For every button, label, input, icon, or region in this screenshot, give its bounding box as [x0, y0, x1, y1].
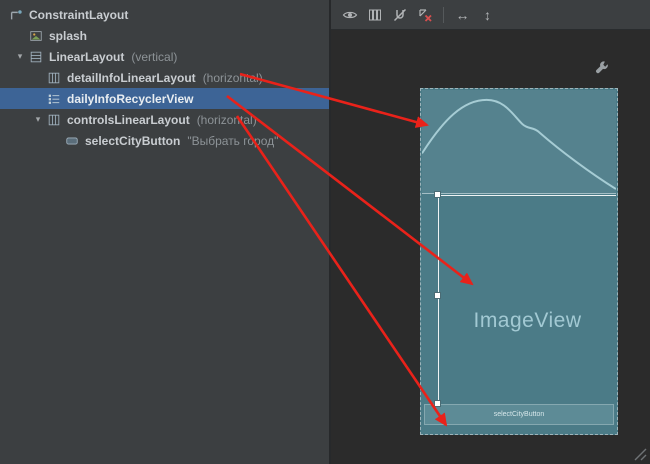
tree-row-constraintlayout[interactable]: ConstraintLayout — [0, 4, 329, 25]
recyclerview-selection-outline[interactable] — [438, 195, 616, 404]
clear-constraints-icon[interactable] — [415, 5, 434, 24]
select-city-button-preview[interactable]: selectCityButton — [424, 404, 614, 425]
select-city-button-label: selectCityButton — [494, 411, 545, 418]
wrench-icon[interactable] — [594, 60, 610, 76]
chevron-down-icon[interactable]: ▾ — [30, 109, 46, 130]
tree-row-controlslinearlayout[interactable]: ▾ controlsLinearLayout (horizontal) — [0, 109, 329, 130]
tree-label: selectCityButton — [85, 134, 180, 148]
tree-label: detailInfoLinearLayout — [67, 71, 196, 85]
tree-row-selectcitybutton[interactable]: selectCityButton "Выбрать город" — [0, 130, 329, 151]
toolbar-separator — [443, 7, 444, 23]
linearlayout-vertical-icon — [28, 49, 44, 65]
autoconnect-off-icon[interactable] — [390, 5, 409, 24]
imageview-icon — [28, 28, 44, 44]
weather-curve — [422, 90, 616, 193]
tree-row-dailyinforecyclerview[interactable]: dailyInfoRecyclerView — [0, 88, 329, 109]
resize-handle-top-left[interactable] — [434, 191, 441, 198]
design-toolbar: ↔ ↕ — [331, 0, 650, 30]
tree-suffix: (horizontal) — [197, 113, 257, 127]
device-preview[interactable]: ImageView selectCityButton — [420, 88, 618, 435]
chevron-down-icon[interactable]: ▾ — [12, 46, 28, 67]
tree-row-linearlayout[interactable]: ▾ LinearLayout (vertical) — [0, 46, 329, 67]
resize-handle-mid-left[interactable] — [434, 292, 441, 299]
resize-handle-bottom-left[interactable] — [434, 400, 441, 407]
tree-label: controlsLinearLayout — [67, 113, 190, 127]
imageview-placeholder[interactable]: ImageView — [438, 309, 617, 333]
detail-info-area[interactable] — [422, 90, 616, 194]
tree-suffix: (horizontal) — [203, 71, 263, 85]
resize-grip[interactable] — [633, 447, 647, 461]
linearlayout-horizontal-icon — [46, 112, 62, 128]
tree-row-detailinfolinearlayout[interactable]: detailInfoLinearLayout (horizontal) — [0, 67, 329, 88]
tree-label: dailyInfoRecyclerView — [67, 92, 194, 106]
tree-label: LinearLayout — [49, 50, 124, 64]
component-tree-panel: ConstraintLayout splash ▾ LinearLayout (… — [0, 0, 329, 464]
recyclerview-icon — [46, 91, 62, 107]
button-icon — [64, 133, 80, 149]
expand-horizontal-icon[interactable]: ↔ — [453, 5, 472, 24]
tree-row-splash[interactable]: splash — [0, 25, 329, 46]
tree-suffix: "Выбрать город" — [187, 134, 278, 148]
linearlayout-horizontal-icon — [46, 70, 62, 86]
layout-editor-window: ConstraintLayout splash ▾ LinearLayout (… — [0, 0, 650, 464]
constraint-layout-icon — [8, 7, 24, 23]
tree-suffix: (vertical) — [131, 50, 177, 64]
column-guides-icon[interactable] — [365, 5, 384, 24]
eye-icon[interactable] — [340, 5, 359, 24]
tree-label: ConstraintLayout — [29, 8, 128, 22]
tree-label: splash — [49, 29, 87, 43]
expand-vertical-icon[interactable]: ↕ — [478, 5, 497, 24]
